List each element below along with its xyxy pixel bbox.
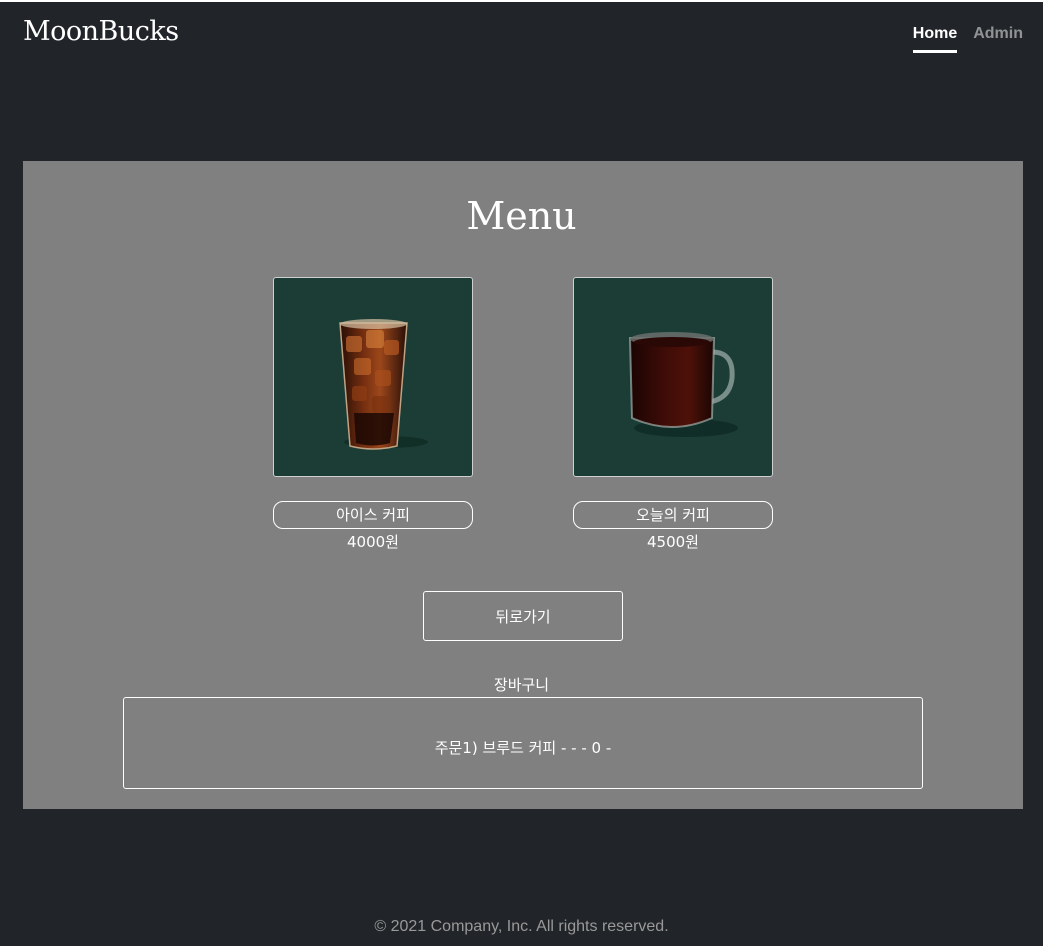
- brand-logo[interactable]: MoonBucks: [23, 16, 179, 47]
- cart-order-line: 주문1) 브루드 커피 - - - 0 -: [434, 738, 612, 757]
- page: MoonBucks Home Admin Menu 아이스 커피 4000원 오…: [0, 0, 1043, 946]
- coffee-mug-icon: [628, 332, 738, 437]
- iced-coffee-glass-icon: [339, 319, 428, 450]
- nav-home-link[interactable]: Home: [912, 24, 958, 53]
- cart-title: 장바구니: [493, 676, 550, 694]
- item-price: 4500원: [647, 533, 699, 551]
- brewed-coffee-button[interactable]: 오늘의 커피: [573, 501, 773, 529]
- brewed-coffee-mug-image[interactable]: [573, 277, 773, 477]
- footer-copyright: © 2021 Company, Inc. All rights reserved…: [374, 918, 669, 935]
- menu-item: 오늘의 커피 4500원: [573, 277, 773, 552]
- top-nav: Home Admin: [912, 24, 1023, 53]
- nav-admin-link[interactable]: Admin: [973, 24, 1023, 53]
- back-button[interactable]: 뒤로가기: [423, 591, 623, 641]
- cart-box: 주문1) 브루드 커피 - - - 0 -: [123, 697, 923, 789]
- iced-coffee-image[interactable]: [273, 277, 473, 477]
- iced-coffee-button[interactable]: 아이스 커피: [273, 501, 473, 529]
- menu-title: Menu: [466, 194, 577, 238]
- item-price: 4000원: [347, 533, 399, 551]
- top-border: [0, 0, 1043, 2]
- menu-item: 아이스 커피 4000원: [273, 277, 473, 552]
